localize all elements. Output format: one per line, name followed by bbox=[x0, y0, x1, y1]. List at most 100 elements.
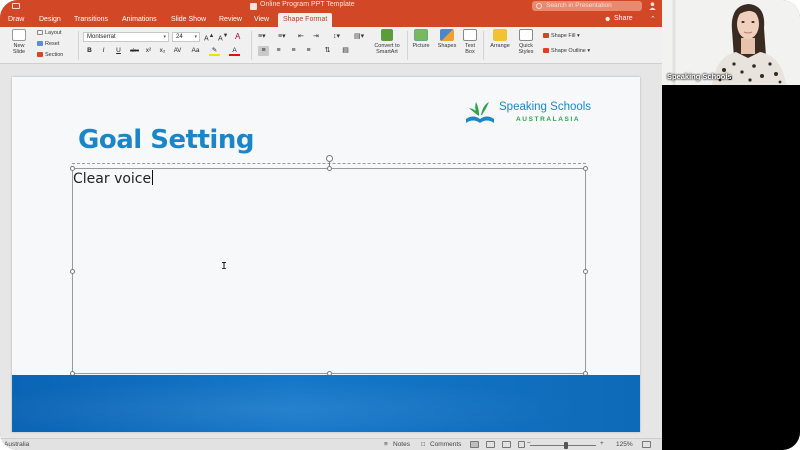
reading-view-icon[interactable] bbox=[502, 441, 511, 448]
text-box-label: Text Box bbox=[464, 43, 476, 55]
resize-handle-right[interactable] bbox=[583, 269, 588, 274]
search-input[interactable]: Search in Presentation bbox=[532, 1, 642, 11]
tab-animations[interactable]: Animations bbox=[122, 16, 157, 23]
highlight-color-icon[interactable]: ✎ bbox=[209, 46, 220, 56]
text-box-button[interactable]: Text Box bbox=[461, 29, 479, 55]
character-spacing-icon[interactable]: AV bbox=[172, 46, 183, 56]
document-icon bbox=[250, 3, 257, 10]
slide-sorter-icon[interactable] bbox=[486, 441, 495, 448]
decrease-indent-icon[interactable]: ⇤ bbox=[298, 32, 304, 40]
arrange-label: Arrange bbox=[490, 43, 510, 49]
columns-icon[interactable]: ▤▾ bbox=[354, 32, 364, 40]
reset-button[interactable]: Reset bbox=[37, 41, 59, 47]
slide[interactable]: Speaking Schools AUSTRALASIA Goal Settin… bbox=[12, 77, 640, 432]
tab-slide-show[interactable]: Slide Show bbox=[171, 16, 206, 23]
align-left-icon[interactable]: ≡ bbox=[258, 46, 269, 56]
rotate-handle[interactable] bbox=[326, 155, 333, 162]
shapes-button[interactable]: Shapes bbox=[436, 29, 458, 49]
zoom-level[interactable]: 125% bbox=[616, 441, 633, 448]
tab-shape-format[interactable]: Shape Format bbox=[278, 13, 333, 27]
fit-to-window-icon[interactable] bbox=[642, 441, 651, 448]
font-size-select[interactable]: 24 ▾ bbox=[172, 32, 200, 42]
new-slide-button[interactable]: New Slide bbox=[8, 29, 30, 55]
slide-title[interactable]: Goal Setting bbox=[78, 125, 254, 155]
layout-label: Layout bbox=[45, 30, 62, 36]
slideshow-icon[interactable] bbox=[518, 441, 525, 448]
bold-button[interactable]: B bbox=[84, 46, 95, 56]
quick-access-icon[interactable] bbox=[12, 3, 20, 9]
convert-smartart-button[interactable]: Convert to SmartArt bbox=[370, 29, 404, 55]
bullets-icon[interactable]: ≡▾ bbox=[258, 32, 266, 40]
arrange-icon bbox=[493, 29, 507, 41]
language-status[interactable]: Australia bbox=[4, 441, 29, 448]
notes-icon[interactable]: ≡ bbox=[384, 441, 388, 448]
superscript-button[interactable]: x² bbox=[143, 46, 154, 56]
text-box[interactable]: Clear voice bbox=[70, 166, 588, 376]
grow-font-button[interactable]: A▲ bbox=[204, 33, 214, 42]
shrink-font-button[interactable]: A▼ bbox=[218, 33, 228, 42]
picture-button[interactable]: Picture bbox=[410, 29, 432, 49]
text-direction-icon[interactable]: ⇅ bbox=[322, 46, 333, 56]
text-box-content[interactable]: Clear voice bbox=[73, 170, 154, 187]
clear-formatting-icon[interactable]: A bbox=[235, 32, 240, 41]
resize-handle-top[interactable] bbox=[327, 166, 332, 171]
slide-editor[interactable]: Speaking Schools AUSTRALASIA Goal Settin… bbox=[0, 64, 662, 438]
zoom-in-icon[interactable]: + bbox=[600, 440, 604, 447]
align-right-icon[interactable]: ≡ bbox=[288, 46, 299, 56]
subscript-button[interactable]: x₂ bbox=[157, 46, 168, 56]
tab-view[interactable]: View bbox=[254, 16, 269, 23]
quick-styles-icon bbox=[519, 29, 533, 41]
ribbon: New Slide Layout Reset Section Montserra… bbox=[0, 27, 662, 64]
new-slide-label: New Slide bbox=[12, 43, 26, 55]
align-text-icon[interactable]: ▤ bbox=[340, 46, 351, 56]
normal-view-icon[interactable] bbox=[470, 441, 479, 448]
picture-label: Picture bbox=[412, 43, 430, 49]
italic-button[interactable]: I bbox=[98, 46, 109, 56]
resize-handle-top-right[interactable] bbox=[583, 166, 588, 171]
change-case-icon[interactable]: Aa bbox=[190, 46, 201, 56]
tab-review[interactable]: Review bbox=[219, 16, 242, 23]
font-name-select[interactable]: Montserrat ▾ bbox=[83, 32, 169, 42]
reset-label: Reset bbox=[45, 41, 60, 47]
shape-outline-button[interactable]: Shape Outline ▾ bbox=[543, 48, 590, 54]
arrange-button[interactable]: Arrange bbox=[487, 29, 513, 49]
notes-button[interactable]: Notes bbox=[393, 441, 410, 448]
font-size-value: 24 bbox=[176, 34, 183, 40]
title-bar: Online Program PPT Template Search in Pr… bbox=[0, 0, 662, 13]
section-button[interactable]: Section bbox=[37, 52, 63, 58]
underline-button[interactable]: U bbox=[113, 46, 124, 56]
strikethrough-button[interactable]: abc bbox=[128, 46, 141, 56]
tab-draw[interactable]: Draw bbox=[8, 16, 24, 23]
align-center-icon[interactable]: ≡ bbox=[273, 46, 284, 56]
search-placeholder: Search in Presentation bbox=[546, 2, 612, 9]
justify-icon[interactable]: ≡ bbox=[303, 46, 314, 56]
quick-styles-button[interactable]: Quick Styles bbox=[515, 29, 537, 55]
screen-frame: Online Program PPT Template Search in Pr… bbox=[0, 0, 800, 450]
shapes-label: Shapes bbox=[437, 43, 457, 49]
comments-button[interactable]: Comments bbox=[430, 441, 461, 448]
reset-icon bbox=[37, 41, 43, 46]
tab-design[interactable]: Design bbox=[39, 16, 61, 23]
line-spacing-icon[interactable]: ↕▾ bbox=[333, 32, 340, 40]
account-icon[interactable] bbox=[649, 2, 656, 10]
resize-handle-top-left[interactable] bbox=[70, 166, 75, 171]
font-color-icon[interactable]: A bbox=[229, 46, 240, 56]
picture-icon bbox=[414, 29, 428, 41]
numbering-icon[interactable]: ≡▾ bbox=[278, 32, 286, 40]
zoom-slider[interactable] bbox=[530, 445, 596, 446]
text-box-text: Clear voice bbox=[73, 171, 152, 187]
window-title: Online Program PPT Template bbox=[260, 1, 355, 8]
paint-bucket-icon bbox=[543, 33, 549, 38]
mouse-cursor-ibeam: I bbox=[221, 261, 228, 272]
tab-transitions[interactable]: Transitions bbox=[74, 16, 108, 23]
share-button[interactable]: Share bbox=[614, 15, 633, 22]
comments-icon[interactable]: □ bbox=[421, 441, 425, 448]
increase-indent-icon[interactable]: ⇥ bbox=[313, 32, 319, 40]
divider bbox=[483, 31, 484, 60]
zoom-slider-thumb[interactable] bbox=[564, 442, 569, 449]
layout-button[interactable]: Layout bbox=[37, 30, 62, 36]
font-name-value: Montserrat bbox=[87, 34, 116, 40]
resize-handle-left[interactable] bbox=[70, 269, 75, 274]
collapse-ribbon-icon[interactable]: ⌃ bbox=[650, 15, 656, 23]
shape-fill-button[interactable]: Shape Fill ▾ bbox=[543, 33, 580, 39]
